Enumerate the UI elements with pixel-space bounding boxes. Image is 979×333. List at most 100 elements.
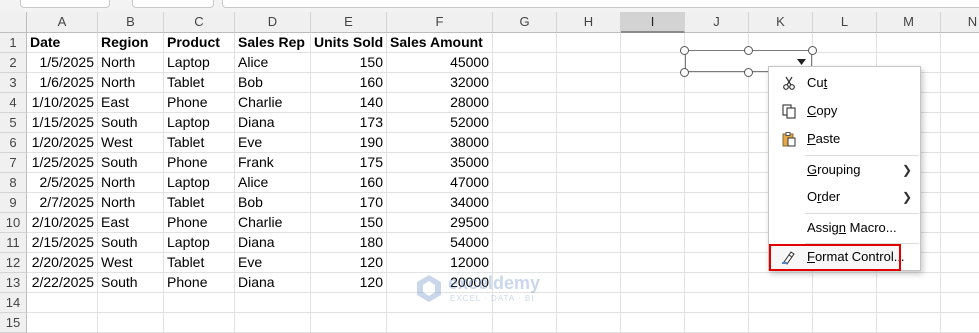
cell-j12[interactable] [685,253,749,273]
cell-i13[interactable] [621,273,685,293]
column-header-h[interactable]: H [557,12,621,33]
table-cell[interactable]: 2/7/2025 [27,193,98,213]
table-cell[interactable]: Eve [235,253,311,273]
cell-h14[interactable] [557,293,621,313]
cell-h5[interactable] [557,113,621,133]
table-cell[interactable]: 120 [311,253,387,273]
cell-n14[interactable] [941,293,979,313]
table-header-cell[interactable]: Units Sold [311,33,387,53]
name-box[interactable] [20,0,110,8]
row-header-10[interactable]: 10 [0,213,27,233]
table-cell[interactable]: 1/10/2025 [27,93,98,113]
table-cell[interactable]: 2/20/2025 [27,253,98,273]
table-cell[interactable]: 1/20/2025 [27,133,98,153]
table-cell[interactable]: 52000 [387,113,493,133]
table-cell[interactable]: 160 [311,73,387,93]
cell-h12[interactable] [557,253,621,273]
cell-n12[interactable] [941,253,979,273]
menu-item-paste[interactable]: Paste [769,126,920,152]
cell-g5[interactable] [493,113,557,133]
column-header-d[interactable]: D [235,12,311,33]
resize-handle[interactable] [744,68,753,77]
table-cell[interactable]: North [98,73,164,93]
table-cell[interactable]: 29500 [387,213,493,233]
cell-j10[interactable] [685,213,749,233]
dropdown-arrow-icon[interactable] [797,59,806,65]
cell-l13[interactable] [813,273,877,293]
cell-h7[interactable] [557,153,621,173]
menu-item-cut[interactable]: Cut [769,70,920,96]
table-cell[interactable]: North [98,53,164,73]
row-header-14[interactable]: 14 [0,293,27,313]
cell-g2[interactable] [493,53,557,73]
cell-n3[interactable] [941,73,979,93]
resize-handle[interactable] [744,46,753,55]
cell-i15[interactable] [621,313,685,333]
cell-i10[interactable] [621,213,685,233]
column-header-n[interactable]: N [941,12,979,33]
cell-j8[interactable] [685,173,749,193]
cell-j5[interactable] [685,113,749,133]
cell-g12[interactable] [493,253,557,273]
table-cell[interactable]: South [98,153,164,173]
table-cell[interactable]: South [98,233,164,253]
table-header-cell[interactable]: Sales Amount [387,33,493,53]
table-cell[interactable]: 45000 [387,53,493,73]
cell-j4[interactable] [685,93,749,113]
row-header-11[interactable]: 11 [0,233,27,253]
cell-j3[interactable] [685,73,749,93]
select-all-corner[interactable] [0,12,27,33]
cell-b15[interactable] [98,313,164,333]
cell-i2[interactable] [621,53,685,73]
cell-n11[interactable] [941,233,979,253]
table-cell[interactable]: 140 [311,93,387,113]
cell-k13[interactable] [749,273,813,293]
table-cell[interactable]: Diana [235,233,311,253]
cell-g9[interactable] [493,193,557,213]
column-header-b[interactable]: B [98,12,164,33]
table-cell[interactable]: Tablet [164,193,235,213]
cell-g1[interactable] [493,33,557,53]
table-cell[interactable]: Diana [235,113,311,133]
cell-i9[interactable] [621,193,685,213]
table-cell[interactable]: 47000 [387,173,493,193]
table-cell[interactable]: Phone [164,153,235,173]
table-cell[interactable]: Charlie [235,213,311,233]
cell-i7[interactable] [621,153,685,173]
cell-j9[interactable] [685,193,749,213]
menu-item-order[interactable]: Order ❯ [769,184,920,210]
table-cell[interactable]: Diana [235,273,311,293]
cell-e15[interactable] [311,313,387,333]
resize-handle[interactable] [808,46,817,55]
cell-h13[interactable] [557,273,621,293]
table-cell[interactable]: Phone [164,213,235,233]
cell-i8[interactable] [621,173,685,193]
resize-handle[interactable] [680,46,689,55]
row-header-5[interactable]: 5 [0,113,27,133]
cell-h1[interactable] [557,33,621,53]
row-header-1[interactable]: 1 [0,33,27,53]
cell-g4[interactable] [493,93,557,113]
cell-m1[interactable] [877,33,941,53]
table-cell[interactable]: Frank [235,153,311,173]
cell-n10[interactable] [941,213,979,233]
cell-k14[interactable] [749,293,813,313]
cell-h15[interactable] [557,313,621,333]
cell-h3[interactable] [557,73,621,93]
table-cell[interactable]: East [98,213,164,233]
row-header-2[interactable]: 2 [0,53,27,73]
cell-n5[interactable] [941,113,979,133]
table-cell[interactable]: Laptop [164,173,235,193]
row-header-13[interactable]: 13 [0,273,27,293]
cell-i14[interactable] [621,293,685,313]
cell-d14[interactable] [235,293,311,313]
table-cell[interactable]: 32000 [387,73,493,93]
row-header-7[interactable]: 7 [0,153,27,173]
cell-j14[interactable] [685,293,749,313]
cell-h10[interactable] [557,213,621,233]
cell-b14[interactable] [98,293,164,313]
formula-bar[interactable] [222,0,979,8]
table-cell[interactable]: 120 [311,273,387,293]
row-header-12[interactable]: 12 [0,253,27,273]
cell-i3[interactable] [621,73,685,93]
